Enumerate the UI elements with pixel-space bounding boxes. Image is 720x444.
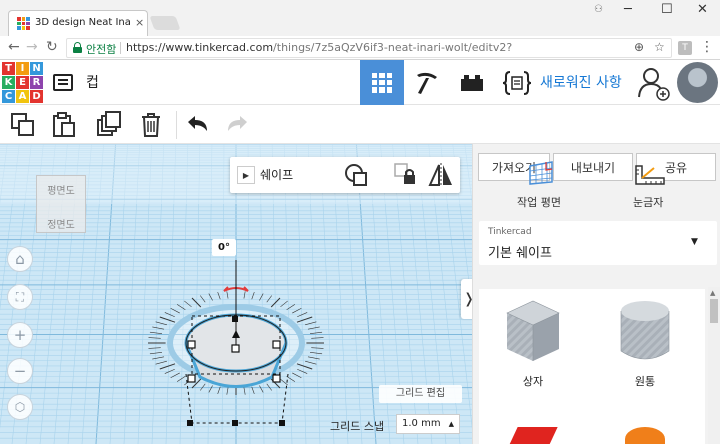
cylinder-shape-icon: [620, 301, 670, 360]
lock-shape-icon[interactable]: [392, 161, 420, 189]
page: 3D design Neat Inari-W × ⚇ ─ ☐ ✕ ← → ↻ 안…: [0, 0, 720, 444]
perspective-icon[interactable]: ⬡: [7, 394, 33, 420]
extension-icon[interactable]: T: [678, 41, 692, 55]
logo-letter: T: [2, 62, 15, 75]
dropdown-arrow-icon: ▼: [691, 237, 698, 247]
codeblocks-button[interactable]: [495, 60, 539, 105]
logo-letter: C: [2, 90, 15, 103]
url-text[interactable]: https://www.tinkercad.com/things/7z5aQzV…: [126, 41, 512, 54]
mirror-icon[interactable]: [427, 161, 455, 189]
maximize-icon[interactable]: ☐: [661, 2, 673, 17]
shape-library-select[interactable]: Tinkercad 기본 쉐이프 ▼: [479, 221, 717, 265]
workplane-canvas[interactable]: 평면도 정면도 ⌂ ⛶ + − ⬡ ▶ 쉐이프 0° 그리드 편집 그리드 스냅…: [0, 144, 472, 444]
shape-inspector-panel: ▶ 쉐이프: [230, 157, 460, 193]
omnibox[interactable]: 안전함 https://www.tinkercad.com/things/7z5…: [66, 38, 672, 58]
viewcube-top-label[interactable]: 평면도: [36, 182, 86, 197]
logo-letter: R: [30, 76, 43, 89]
rotation-angle-label: 0°: [212, 239, 236, 256]
new-tab-button[interactable]: [149, 16, 181, 30]
shape-cylinder[interactable]: 원통: [605, 289, 685, 388]
palette-scrollbar[interactable]: ▲: [708, 287, 720, 444]
add-user-icon[interactable]: [636, 65, 672, 101]
user-avatar[interactable]: [677, 62, 718, 103]
copy-icon[interactable]: [9, 111, 37, 139]
minecraft-view-button[interactable]: [405, 60, 449, 105]
shape-cylinder-label: 원통: [634, 375, 656, 388]
reload-icon[interactable]: ↻: [46, 39, 58, 55]
shape-solid-icon[interactable]: [342, 161, 370, 189]
right-panel: 가져오기 내보내기 공유 작업 평면 눈금자 Tinkercad 기본 쉐이프 …: [472, 144, 720, 444]
shapes-panel-label: 쉐이프: [260, 168, 294, 182]
view-cube[interactable]: 평면도 정면도: [28, 171, 90, 233]
export-button[interactable]: 내보내기: [553, 153, 633, 181]
snap-grid-select[interactable]: 1.0 mm ▲: [396, 414, 460, 434]
shape-red-peek[interactable]: [508, 427, 558, 444]
collapse-caret-icon[interactable]: ▶: [237, 166, 255, 184]
shape-box-label: 상자: [522, 375, 544, 388]
minimize-icon[interactable]: ─: [624, 2, 632, 17]
redo-icon[interactable]: [224, 111, 252, 139]
undo-icon[interactable]: [183, 111, 211, 139]
logo-letter: E: [16, 76, 29, 89]
grid-icon: [372, 72, 392, 93]
design-list-icon[interactable]: [53, 74, 73, 91]
pickaxe-icon: [417, 72, 437, 94]
tab-close-icon[interactable]: ×: [135, 16, 144, 29]
panel-collapse-tab[interactable]: ❭: [461, 279, 472, 319]
whats-new-link[interactable]: 새로워진 사항: [540, 72, 622, 92]
secure-label: 안전함: [86, 43, 117, 56]
lock-icon: [73, 42, 82, 53]
trash-icon[interactable]: [137, 111, 165, 139]
paste-icon[interactable]: [50, 111, 78, 139]
design-name[interactable]: 컵: [86, 72, 99, 92]
browser-tab-bar: 3D design Neat Inari-W × ⚇ ─ ☐ ✕: [0, 0, 720, 36]
window-close-icon[interactable]: ✕: [697, 2, 708, 17]
snap-grid-value: 1.0 mm: [402, 418, 441, 429]
browser-tab[interactable]: 3D design Neat Inari-W ×: [8, 10, 148, 36]
browser-profile-icon[interactable]: ⚇: [594, 4, 603, 15]
bookmark-star-icon[interactable]: ☆: [654, 40, 665, 54]
home-view-icon[interactable]: ⌂: [7, 246, 33, 272]
workplane-icon[interactable]: [526, 160, 556, 186]
zoom-out-icon[interactable]: −: [7, 358, 33, 384]
logo-letter: A: [16, 90, 29, 103]
logo-letter: N: [30, 62, 43, 75]
shape-palette: 상자 원통: [479, 289, 705, 444]
app-header: TIN KER CAD 컵 새로워진 사항: [0, 60, 720, 105]
snap-grid-label: 그리드 스냅: [330, 420, 385, 433]
tab-title: 3D design Neat Inari-W: [35, 17, 131, 28]
back-arrow-icon[interactable]: ←: [8, 39, 20, 55]
chevron-up-down-icon: ▲: [448, 420, 454, 428]
code-braces-icon: [502, 70, 532, 95]
tinkercad-favicon-icon: [17, 17, 30, 30]
scroll-thumb[interactable]: [710, 299, 718, 323]
duplicate-icon[interactable]: [95, 111, 123, 139]
zoom-in-icon[interactable]: +: [7, 322, 33, 348]
logo-letter: I: [16, 62, 29, 75]
logo-letter: D: [30, 90, 43, 103]
shape-box[interactable]: 상자: [493, 289, 573, 388]
logo-letter: K: [2, 76, 15, 89]
address-bar-row: ← → ↻ 안전함 https://www.tinkercad.com/thin…: [0, 36, 720, 60]
ruler-label: 눈금자: [633, 196, 664, 209]
library-name: 기본 쉐이프: [488, 246, 552, 261]
3d-design-view-button[interactable]: [360, 60, 404, 105]
tinkercad-logo[interactable]: TIN KER CAD: [2, 62, 43, 103]
zoom-icon[interactable]: ⊕: [634, 40, 644, 54]
viewcube-front-label[interactable]: 정면도: [36, 216, 86, 231]
library-source-label: Tinkercad: [488, 227, 532, 237]
forward-arrow-icon[interactable]: →: [26, 39, 38, 55]
scroll-up-icon[interactable]: ▲: [710, 289, 715, 297]
bricks-view-button[interactable]: [450, 60, 494, 105]
shape-orange-peek[interactable]: [625, 427, 665, 444]
browser-menu-icon[interactable]: ⋮: [700, 39, 714, 55]
fit-view-icon[interactable]: ⛶: [7, 284, 33, 310]
workplane-label: 작업 평면: [517, 196, 561, 209]
edit-grid-button[interactable]: 그리드 편집: [379, 385, 462, 403]
edit-toolbar: [0, 105, 720, 144]
ruler-icon[interactable]: [634, 164, 666, 186]
box-shape-icon: [506, 300, 560, 361]
brick-icon: [461, 74, 483, 91]
